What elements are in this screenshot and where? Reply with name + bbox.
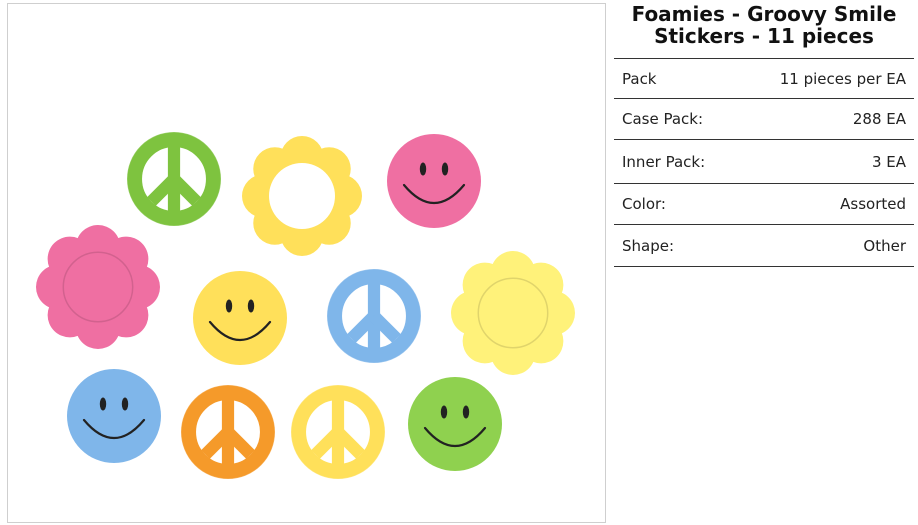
spec-value: 11 pieces per EA [779,69,906,88]
product-image [7,3,606,523]
peace-sticker [290,384,386,480]
spec-row-color: Color: Assorted [614,184,914,225]
peace-sticker [180,384,276,480]
spec-row-inner-pack: Inner Pack: 3 EA [614,140,914,184]
spec-label: Color: [622,195,666,213]
smiley-sticker [387,134,481,228]
spec-row-shape: Shape: Other [614,225,914,267]
spec-label: Pack [622,69,657,88]
spec-value: 288 EA [852,110,906,128]
smiley-sticker [67,369,161,463]
peace-sticker [126,131,222,227]
spec-row-pack: Pack 11 pieces per EA [614,59,914,99]
spec-label: Case Pack: [622,110,704,128]
flower-sticker [451,250,575,375]
product-title: Foamies - Groovy Smile Stickers - 11 pie… [631,2,897,48]
smiley-sticker [193,271,287,365]
product-photo [36,131,575,480]
spec-label: Inner Pack: [622,152,706,171]
peace-sticker [326,268,422,364]
spec-row-case-pack: Case Pack: 288 EA [614,99,914,140]
spec-label: Shape: [622,236,675,255]
flower-sticker [36,225,160,349]
spec-value: Assorted [840,195,906,213]
spec-value: 3 EA [871,152,906,171]
smiley-sticker [408,377,502,471]
flower-ring-sticker [242,136,363,256]
spec-table: Pack 11 pieces per EA Case Pack: 288 EA … [614,58,914,267]
spec-value: Other [863,236,906,255]
